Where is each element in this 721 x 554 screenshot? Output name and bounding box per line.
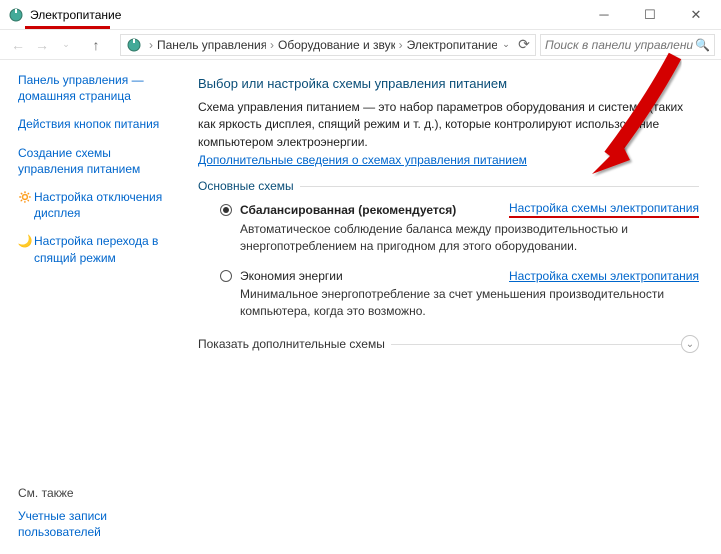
sidebar: Панель управления — домашняя страница Де… (0, 60, 188, 554)
search-box[interactable]: 🔍 (540, 34, 715, 56)
breadcrumb-history-dropdown[interactable]: ⌄ (497, 33, 515, 57)
nav-back-button[interactable]: ← (6, 33, 30, 57)
sidebar-link-sleep[interactable]: 🌙Настройка перехода в спящий режим (18, 233, 174, 265)
more-info-link[interactable]: Дополнительные сведения о схемах управле… (198, 153, 699, 167)
page-title: Выбор или настройка схемы управления пит… (198, 76, 699, 91)
nav-forward-button[interactable]: → (30, 33, 54, 57)
radio-balanced[interactable] (220, 204, 232, 216)
plan-name[interactable]: Экономия энергии (240, 269, 343, 283)
chevron-down-icon[interactable]: ⌄ (681, 335, 699, 353)
close-button[interactable]: ✕ (673, 1, 719, 29)
power-plan-balanced: Сбалансированная (рекомендуется) Настрой… (198, 201, 699, 255)
breadcrumb-item[interactable]: Оборудование и звук (278, 38, 395, 52)
chevron-right-icon: › (399, 38, 403, 52)
main-content: Выбор или настройка схемы управления пит… (188, 60, 721, 554)
refresh-button[interactable]: ⟳ (515, 33, 533, 57)
annotation-underline-title (25, 26, 110, 29)
breadcrumb-icon (126, 37, 142, 53)
window-controls: ─ ☐ ✕ (581, 1, 719, 29)
content-body: Панель управления — домашняя страница Де… (0, 60, 721, 554)
plan-description: Автоматическое соблюдение баланса между … (220, 221, 699, 255)
section-header: Основные схемы (198, 179, 699, 193)
configure-plan-link[interactable]: Настройка схемы электропитания (509, 269, 699, 283)
plan-description: Минимальное энергопотребление за счет ум… (220, 286, 699, 320)
sidebar-link-power-buttons[interactable]: Действия кнопок питания (18, 116, 174, 132)
breadcrumb-bar[interactable]: › Панель управления › Оборудование и зву… (120, 34, 536, 56)
section-rule (300, 186, 699, 187)
sidebar-link-user-accounts[interactable]: Учетные записи пользователей (18, 508, 174, 540)
show-more-label: Показать дополнительные схемы (198, 337, 385, 351)
power-plan-saver: Экономия энергии Настройка схемы электро… (198, 269, 699, 320)
show-more-row[interactable]: Показать дополнительные схемы ⌄ (198, 335, 699, 353)
window-title: Электропитание (30, 8, 581, 22)
app-icon (8, 7, 24, 23)
search-input[interactable] (545, 38, 693, 52)
moon-icon: 🌙 (18, 233, 32, 249)
plan-name[interactable]: Сбалансированная (рекомендуется) (240, 203, 456, 217)
breadcrumb-item[interactable]: Панель управления (157, 38, 266, 52)
section-title: Основные схемы (198, 179, 294, 193)
nav-toolbar: ← → ⌄ ↑ › Панель управления › Оборудован… (0, 30, 721, 60)
chevron-right-icon: › (270, 38, 274, 52)
show-more-rule (391, 344, 681, 345)
nav-up-button[interactable]: ↑ (84, 33, 108, 57)
sidebar-link-display-off[interactable]: 🔅Настройка отключения дисплея (18, 189, 174, 221)
configure-plan-link[interactable]: Настройка схемы электропитания (509, 201, 699, 218)
page-description: Схема управления питанием — это набор па… (198, 99, 699, 151)
sidebar-link-create-plan[interactable]: Создание схемы управления питанием (18, 145, 174, 177)
radio-saver[interactable] (220, 270, 232, 282)
chevron-right-icon: › (149, 38, 153, 52)
minimize-button[interactable]: ─ (581, 1, 627, 29)
sidebar-link-home[interactable]: Панель управления — домашняя страница (18, 72, 174, 104)
search-icon[interactable]: 🔍 (695, 38, 710, 52)
maximize-button[interactable]: ☐ (627, 1, 673, 29)
see-also-label: См. также (18, 486, 174, 500)
window-titlebar: Электропитание ─ ☐ ✕ (0, 0, 721, 30)
breadcrumb-item[interactable]: Электропитание (407, 38, 497, 52)
shield-icon: 🔅 (18, 189, 32, 205)
nav-recent-dropdown[interactable]: ⌄ (54, 33, 78, 57)
